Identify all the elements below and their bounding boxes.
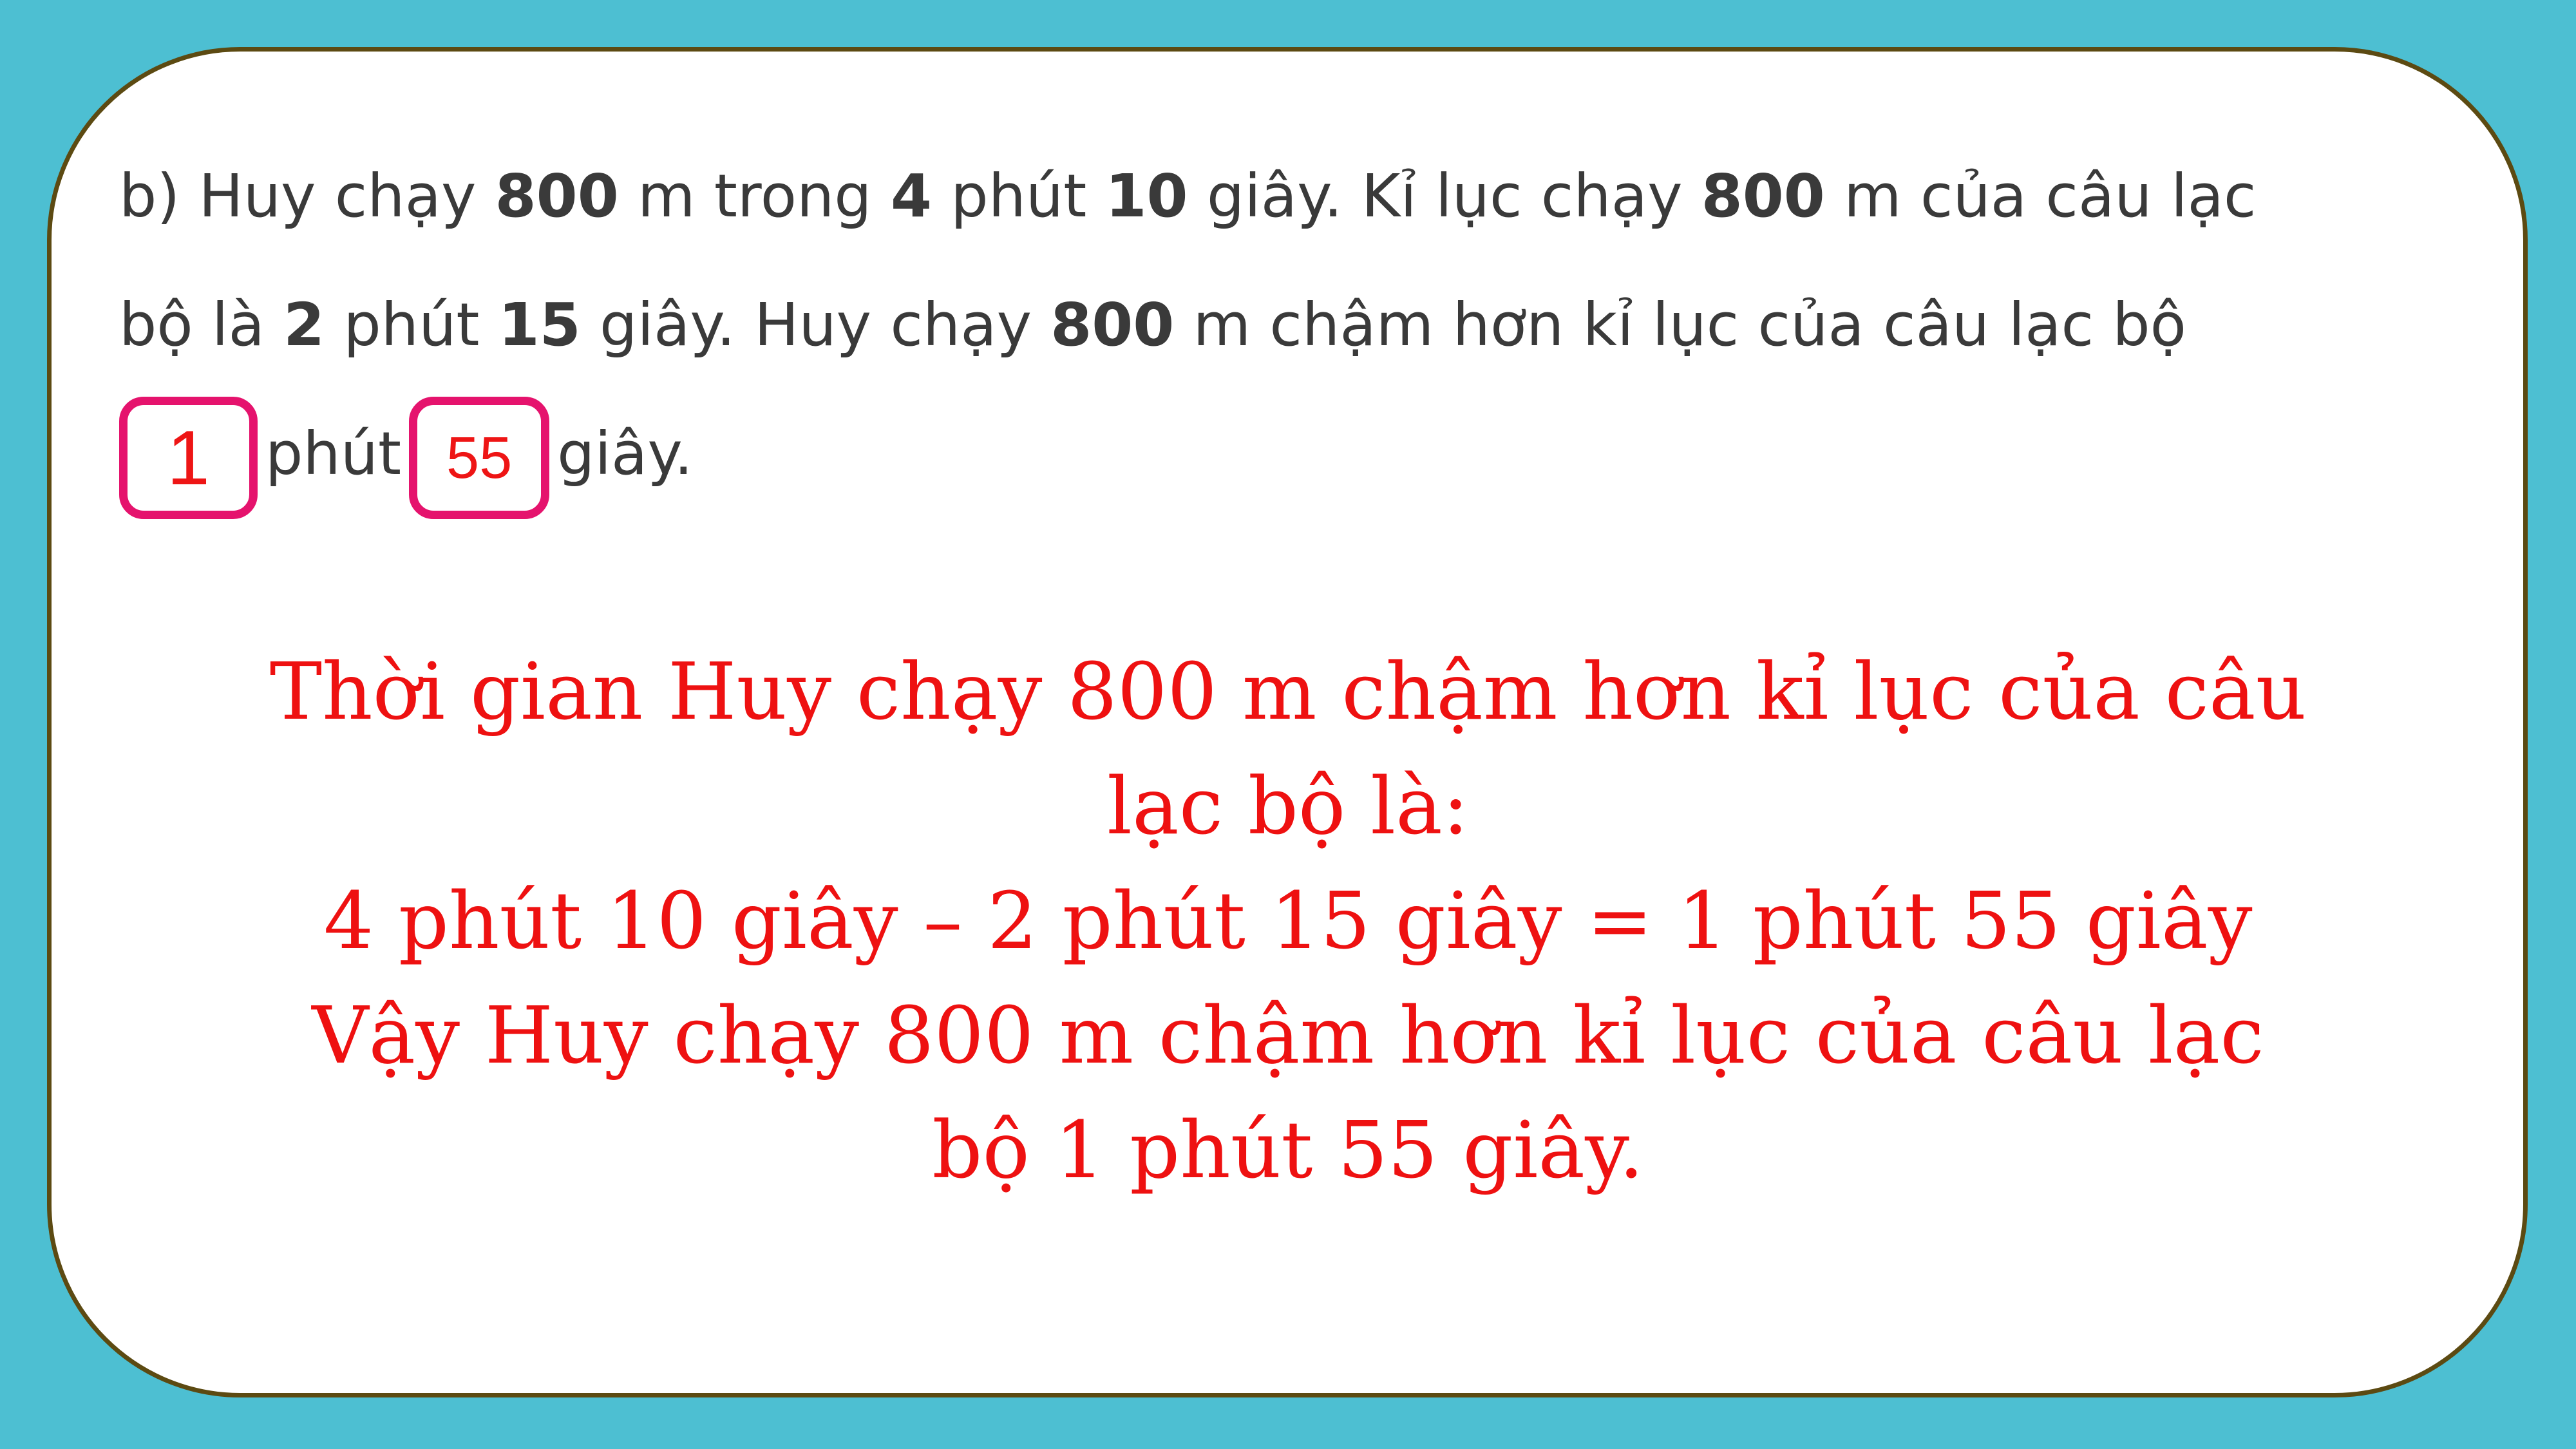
problem-line-1: b) Huy chạy 800 m trong 4 phút 10 giây. … [119,132,2450,261]
answer-seconds-value: 55 [446,424,513,491]
problem-number: 4 [890,162,932,231]
problem-text-segment: phút [265,419,402,488]
solution-line-3: 4 phút 10 giây – 2 phút 15 giây = 1 phút… [323,875,2253,967]
problem-number: 800 [495,162,619,231]
problem-text-segment: b) Huy chạy [119,162,495,231]
problem-text-segment: m của câu lạc [1824,162,2257,231]
problem-number: 10 [1105,162,1188,231]
solution-line-2: lạc bộ là: [1106,761,1470,852]
problem-text-segment: bộ là [119,290,284,359]
problem-text-segment: m chậm hơn kỉ lục của câu lạc bộ [1174,290,2186,359]
problem-number: 800 [1701,162,1825,231]
problem-text-segment: giây. Huy chạy [580,290,1051,359]
problem-text-segment: giây. [557,419,694,488]
answer-box-seconds: 55 [409,396,550,519]
solution-line-1: Thời gian Huy chạy 800 m chậm hơn kỉ lục… [269,646,2307,737]
solution-line-4: Vậy Huy chạy 800 m chậm hơn kỉ lục của c… [312,990,2264,1081]
problem-number: 800 [1050,290,1175,359]
problem-text-segment: phút [931,162,1106,231]
answer-minutes-value: 1 [167,414,210,501]
problem-number: 2 [283,290,325,359]
problem-number: 15 [498,290,581,359]
answer-box-minutes: 1 [119,396,258,519]
problem-text-segment: giây. Kỉ lục chạy [1188,162,1701,231]
problem-text: b) Huy chạy 800 m trong 4 phút 10 giây. … [119,132,2450,519]
problem-text-segment: phút [325,290,498,359]
solution-line-5: bộ 1 phút 55 giây. [932,1104,1644,1196]
solution-text: Thời gian Huy chạy 800 m chậm hơn kỉ lục… [0,634,2576,1208]
problem-line-2: bộ là 2 phút 15 giây. Huy chạy 800 m chậ… [119,261,2450,390]
problem-line-3: 1 phút 55 giây. [119,390,2450,519]
problem-text-segment: m trong [618,162,891,231]
